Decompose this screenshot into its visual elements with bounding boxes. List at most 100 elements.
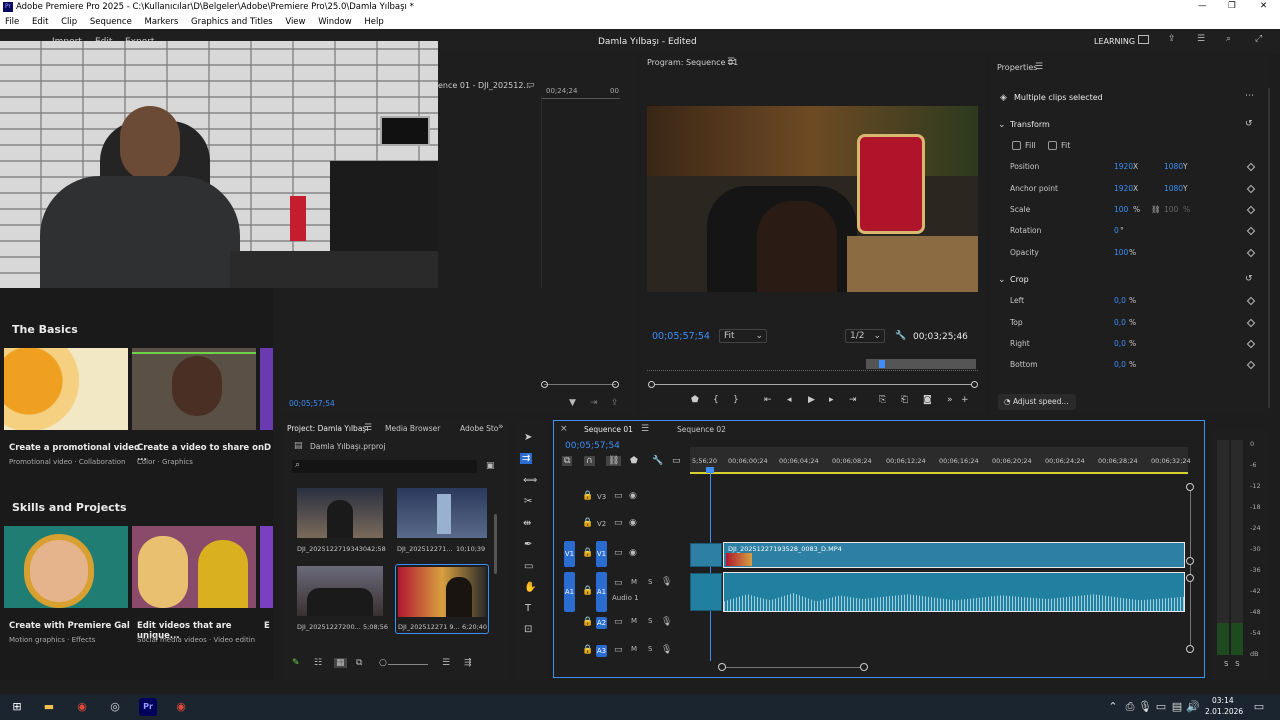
source-settings-icon[interactable]: ▭ bbox=[526, 80, 535, 90]
project-menu-icon[interactable]: ☰ bbox=[364, 423, 372, 433]
media-thumbnail[interactable] bbox=[297, 488, 383, 538]
vscroll-handle-low[interactable] bbox=[1186, 574, 1194, 582]
minimize-button[interactable]: — bbox=[1198, 1, 1207, 11]
card-title[interactable]: D bbox=[264, 443, 271, 453]
media-thumbnail[interactable] bbox=[297, 566, 383, 616]
source-scrollbar[interactable] bbox=[544, 384, 616, 385]
vscroll-handle-top[interactable] bbox=[1186, 483, 1194, 491]
automate-icon[interactable]: ⇶ bbox=[464, 658, 472, 668]
card-thumbnail-man[interactable] bbox=[132, 348, 256, 430]
resolution-dropdown[interactable]: 1/2 ⌄ bbox=[845, 329, 885, 343]
card-thumbnail-gal[interactable] bbox=[4, 526, 128, 608]
mic-icon[interactable]: 🎙 bbox=[661, 617, 672, 627]
source-tab[interactable]: ence 01 - DJI_202512... bbox=[438, 81, 531, 90]
keyframe-icon[interactable] bbox=[1246, 339, 1256, 349]
menu-clip[interactable]: Clip bbox=[61, 17, 77, 27]
fit-checkbox[interactable] bbox=[1048, 141, 1057, 150]
position-y[interactable]: 1080 bbox=[1164, 162, 1183, 171]
mute-button[interactable]: M bbox=[631, 578, 637, 586]
clock-time[interactable]: 03:14 bbox=[1212, 696, 1234, 705]
timeline-horizontal-scroll[interactable] bbox=[722, 667, 864, 668]
obs-icon[interactable]: ◎ bbox=[106, 698, 124, 716]
wrench-icon[interactable]: 🔧 bbox=[895, 331, 906, 341]
add-marker-icon[interactable]: ⬟ bbox=[630, 456, 638, 466]
windows-start-icon[interactable]: ⊞ bbox=[8, 698, 26, 716]
program-timecode[interactable]: 00;05;57;54 bbox=[652, 331, 710, 342]
snap-icon[interactable]: ∩ bbox=[584, 456, 595, 466]
anchor-x[interactable]: 1920 bbox=[1114, 184, 1133, 193]
rectangle-tool-icon[interactable]: ▭ bbox=[524, 561, 533, 572]
program-playhead[interactable] bbox=[879, 360, 885, 368]
pen-tool-icon[interactable]: ✒ bbox=[524, 539, 532, 550]
lift-icon[interactable]: ⎘ bbox=[879, 395, 886, 405]
card-title[interactable]: Create a promotional video bbox=[9, 443, 140, 453]
scroll-handle-right[interactable] bbox=[612, 381, 619, 388]
menu-window[interactable]: Window bbox=[318, 17, 352, 27]
program-scrollbar[interactable] bbox=[651, 384, 975, 385]
volume-icon[interactable]: 🔊 bbox=[1184, 698, 1202, 716]
sync-icon[interactable]: ▭ bbox=[614, 578, 623, 588]
caption-tool-icon[interactable]: ⊡ bbox=[524, 624, 532, 635]
lock-icon[interactable]: 🔒 bbox=[582, 491, 593, 501]
card-title[interactable]: Create with Premiere Gal bbox=[9, 621, 130, 631]
menu-edit[interactable]: Edit bbox=[32, 17, 48, 27]
program-scroll-left[interactable] bbox=[648, 381, 655, 388]
transform-chevron-icon[interactable]: ⌄ bbox=[998, 120, 1006, 130]
selection-tool-icon[interactable]: ➤ bbox=[524, 432, 532, 443]
lock-icon[interactable]: 🔒 bbox=[582, 548, 593, 558]
audio-clip-small[interactable] bbox=[690, 573, 722, 611]
camera-icon[interactable]: ◙ bbox=[923, 395, 932, 405]
new-bin-icon[interactable]: ▣ bbox=[486, 461, 495, 471]
menu-markers[interactable]: Markers bbox=[145, 17, 179, 27]
eye-icon[interactable]: ◉ bbox=[629, 491, 637, 501]
go-to-in-icon[interactable]: ⇤ bbox=[764, 395, 772, 405]
menu-file[interactable]: File bbox=[5, 17, 19, 27]
hscroll-handle-left[interactable] bbox=[718, 663, 726, 671]
keyframe-icon[interactable] bbox=[1246, 226, 1256, 236]
fit-option[interactable]: Fit bbox=[1048, 141, 1070, 150]
hand-tool-icon[interactable]: ✋ bbox=[524, 582, 536, 593]
crop-bottom-value[interactable]: 0,0 bbox=[1114, 360, 1126, 369]
insert-icon[interactable]: ⇥ bbox=[590, 398, 598, 408]
more-icon[interactable]: » bbox=[947, 395, 953, 405]
linked-selection-icon[interactable]: ⛓ bbox=[606, 456, 622, 466]
solo-buttons[interactable]: S S bbox=[1224, 660, 1240, 668]
crop-chevron-icon[interactable]: ⌄ bbox=[998, 275, 1006, 285]
media-thumbnail[interactable] bbox=[398, 567, 486, 617]
file-explorer-icon[interactable]: ▬ bbox=[40, 698, 58, 716]
track-target-a1[interactable]: A1 bbox=[596, 572, 607, 612]
tab-sequence-01[interactable]: Sequence 01 bbox=[584, 425, 633, 434]
slip-tool-icon[interactable]: ⇹ bbox=[523, 518, 531, 529]
notification-icon[interactable]: ▭ bbox=[1250, 698, 1268, 716]
menu-graphics[interactable]: Graphics and Titles bbox=[191, 17, 273, 27]
keyframe-icon[interactable] bbox=[1246, 318, 1256, 328]
fill-checkbox[interactable] bbox=[1012, 141, 1021, 150]
track-select-tool-icon[interactable]: ⇉ bbox=[520, 453, 533, 464]
tray-chevron-icon[interactable]: ⌃ bbox=[1104, 698, 1122, 716]
source-patch-v1[interactable]: V1 bbox=[564, 541, 575, 567]
card-title[interactable]: E bbox=[264, 621, 270, 631]
timeline-ruler[interactable]: 5;56;20 00;06;00;24 00;06;04;24 00;06;08… bbox=[690, 447, 1191, 474]
type-tool-icon[interactable]: T bbox=[525, 603, 531, 614]
chrome-icon[interactable]: ◉ bbox=[73, 698, 91, 716]
mute-button[interactable]: M bbox=[631, 617, 637, 625]
project-scrollbar[interactable] bbox=[494, 514, 497, 574]
properties-menu-icon[interactable]: ☰ bbox=[1035, 62, 1043, 72]
link-icon[interactable]: ⛓ bbox=[1151, 205, 1161, 214]
razor-tool-icon[interactable]: ✂ bbox=[524, 496, 532, 507]
keyframe-icon[interactable] bbox=[1246, 184, 1256, 194]
opacity-value[interactable]: 100 bbox=[1114, 248, 1128, 257]
card-thumbnail-friends[interactable] bbox=[132, 526, 256, 608]
sync-icon[interactable]: ▭ bbox=[614, 518, 623, 528]
tab-sequence-02[interactable]: Sequence 02 bbox=[677, 425, 726, 434]
solo-button[interactable]: S bbox=[648, 617, 652, 625]
hscroll-handle-right[interactable] bbox=[860, 663, 868, 671]
maximize-button[interactable]: ❐ bbox=[1228, 1, 1236, 11]
fit-dropdown[interactable]: Fit ⌄ bbox=[719, 329, 767, 343]
solo-button[interactable]: S bbox=[648, 578, 652, 586]
track-target-v1[interactable]: V1 bbox=[596, 541, 607, 567]
keyframe-icon[interactable] bbox=[1246, 248, 1256, 258]
media-thumbnail[interactable] bbox=[397, 488, 487, 538]
step-forward-icon[interactable]: ▸ bbox=[829, 395, 834, 405]
card-thumbnail-orange[interactable] bbox=[4, 348, 128, 430]
